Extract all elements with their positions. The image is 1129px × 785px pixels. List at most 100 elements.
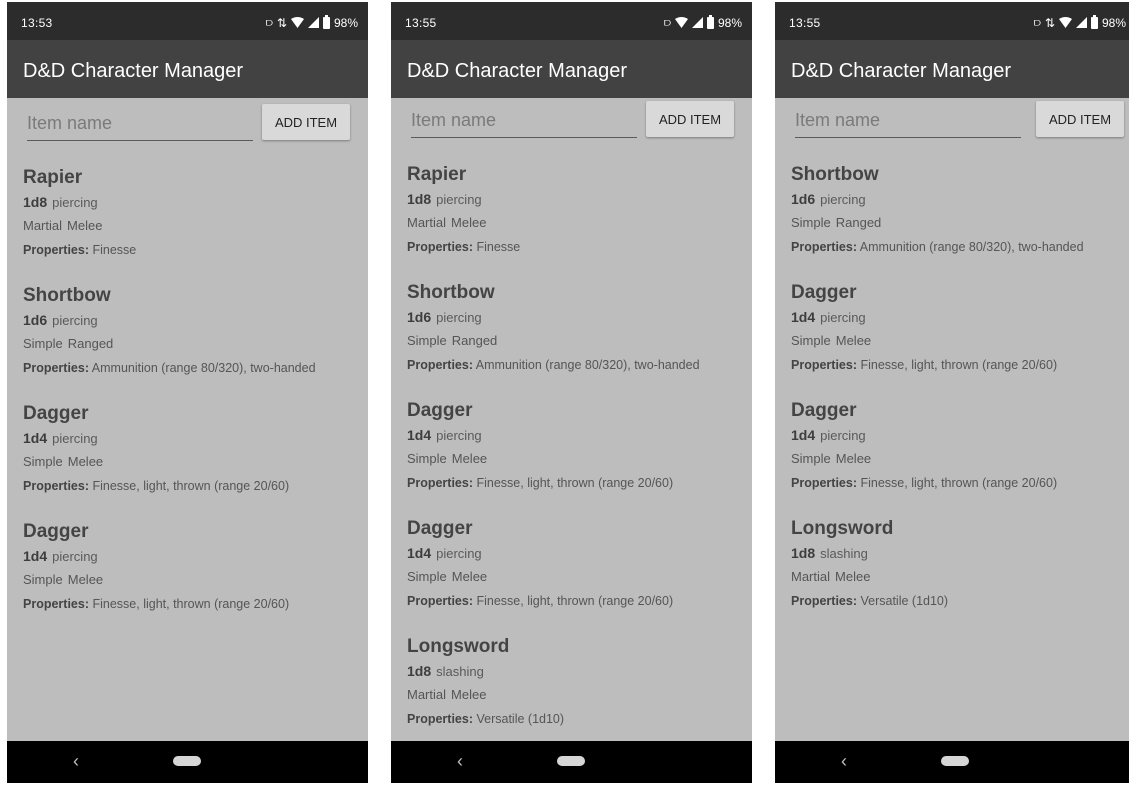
properties-value: Ammunition (range 80/320), two-handed <box>859 240 1084 254</box>
damage-dice: 1d8 <box>23 194 48 210</box>
properties-label: Properties: <box>23 597 89 611</box>
properties-label: Properties: <box>23 361 89 375</box>
properties-value: Versatile (1d10) <box>476 712 565 726</box>
properties-line: Properties: Versatile (1d10) <box>791 589 1128 613</box>
content: ADD ITEM Rapier 1d8 piercing Martial Melee… <box>391 98 752 741</box>
weapon-name: Longsword <box>407 636 510 657</box>
battery-percent: 98% <box>717 15 742 30</box>
list-item[interactable]: Dagger 1d4 piercing Simple Melee Propertie… <box>23 520 360 634</box>
navigation-bar: ‹ <box>7 741 368 783</box>
list-item[interactable]: Dagger 1d4 piercing Simple Melee Propertie… <box>23 402 360 516</box>
properties-value: Versatile (1d10) <box>860 594 949 608</box>
damage-line: 1d6 piercing <box>23 308 360 332</box>
battery-icon <box>706 14 714 29</box>
weapon-category: Martial <box>407 215 447 230</box>
properties-label: Properties: <box>23 479 89 493</box>
list-item[interactable]: Shortbow 1d6 piercing Simple Ranged Proper… <box>23 284 360 398</box>
home-pill-icon[interactable] <box>557 756 585 766</box>
category-line: Simple Melee <box>791 329 1128 353</box>
properties-value: Finesse <box>476 240 521 254</box>
weapon-name: Dagger <box>407 400 473 421</box>
damage-dice: 1d4 <box>407 427 432 443</box>
properties-value: Ammunition (range 80/320), two-handed <box>475 358 700 372</box>
phone-screen-3: 13:55 ⫐ ⇅ 98% D&D Character Manager ADD … <box>775 2 1129 783</box>
back-icon[interactable]: ‹ <box>841 751 847 772</box>
cell-signal-icon <box>307 17 319 28</box>
item-name-input[interactable] <box>795 105 1021 138</box>
weapon-range: Melee <box>835 451 872 466</box>
status-bar: 13:53 ⫐ ⇅ 98% <box>7 2 368 40</box>
damage-dice: 1d4 <box>407 545 432 561</box>
status-bar: 13:55 ⫐ 98% <box>391 2 752 40</box>
weapon-category: Simple <box>791 451 831 466</box>
properties-line: Properties: Finesse, light, thrown (rang… <box>23 474 360 498</box>
weapon-category: Simple <box>23 572 63 587</box>
list-item[interactable]: Dagger 1d4 piercing Simple Melee Propertie… <box>407 399 744 513</box>
wifi-icon <box>290 17 304 28</box>
item-name-input[interactable] <box>411 105 637 138</box>
back-icon[interactable]: ‹ <box>457 751 463 772</box>
properties-line: Properties: Finesse, light, thrown (rang… <box>407 471 744 495</box>
app-title: D&D Character Manager <box>23 60 244 82</box>
status-time: 13:55 <box>789 16 821 30</box>
category-line: Simple Melee <box>407 447 744 471</box>
back-icon[interactable]: ‹ <box>73 751 79 772</box>
battery-icon <box>1090 14 1098 29</box>
damage-line: 1d4 piercing <box>407 423 744 447</box>
damage-line: 1d4 piercing <box>791 305 1128 329</box>
weapon-category: Simple <box>407 333 447 348</box>
properties-line: Properties: Ammunition (range 80/320), t… <box>23 356 360 380</box>
properties-label: Properties: <box>791 594 857 608</box>
weapon-name: Rapier <box>407 164 467 185</box>
list-item[interactable]: Dagger 1d4 piercing Simple Melee Propertie… <box>791 399 1128 513</box>
list-item[interactable]: Dagger 1d4 piercing Simple Melee Propertie… <box>791 281 1128 395</box>
damage-line: 1d4 piercing <box>23 426 360 450</box>
battery-percent: 98% <box>1101 15 1126 30</box>
properties-value: Finesse, light, thrown (range 20/60) <box>860 358 1058 372</box>
app-title: D&D Character Manager <box>791 60 1012 82</box>
damage-dice: 1d6 <box>407 309 432 325</box>
weapon-list[interactable]: Rapier 1d8 piercing Martial Melee Properti… <box>23 162 360 634</box>
list-item[interactable]: Rapier 1d8 piercing Martial Melee Properti… <box>23 166 360 280</box>
properties-line: Properties: Finesse <box>23 238 360 262</box>
weapon-list[interactable]: Shortbow 1d6 piercing Simple Ranged Proper… <box>791 159 1128 631</box>
weapon-range: Melee <box>835 569 871 584</box>
weapon-category: Martial <box>791 569 831 584</box>
home-pill-icon[interactable] <box>173 756 201 766</box>
status-icons: ⫐ ⇅ 98% <box>1034 14 1126 30</box>
properties-label: Properties: <box>23 243 89 257</box>
weapon-range: Melee <box>451 687 487 702</box>
item-name-input[interactable] <box>27 108 253 141</box>
home-pill-icon[interactable] <box>941 756 969 766</box>
damage-type: piercing <box>52 195 98 210</box>
add-item-button[interactable]: ADD ITEM <box>262 104 350 140</box>
cell-signal-icon <box>691 17 703 28</box>
status-time: 13:53 <box>21 16 53 30</box>
battery-percent: 98% <box>333 15 358 30</box>
add-item-button[interactable]: ADD ITEM <box>1036 101 1124 137</box>
damage-type: piercing <box>52 549 98 564</box>
list-item[interactable]: Longsword 1d8 slashing Martial Melee Prope… <box>407 635 744 749</box>
properties-value: Finesse, light, thrown (range 20/60) <box>860 476 1058 490</box>
list-item[interactable]: Shortbow 1d6 piercing Simple Ranged Proper… <box>791 163 1128 277</box>
weapon-range: Melee <box>451 569 488 584</box>
wifi-icon <box>1058 17 1072 28</box>
category-line: Martial Melee <box>791 565 1128 589</box>
list-item[interactable]: Rapier 1d8 piercing Martial Melee Properti… <box>407 163 744 277</box>
list-item[interactable]: Shortbow 1d6 piercing Simple Ranged Proper… <box>407 281 744 395</box>
category-line: Simple Ranged <box>791 211 1128 235</box>
weapon-category: Simple <box>791 215 831 230</box>
damage-dice: 1d4 <box>23 548 48 564</box>
category-line: Martial Melee <box>407 683 744 707</box>
list-item[interactable]: Dagger 1d4 piercing Simple Melee Propertie… <box>407 517 744 631</box>
content: ADD ITEM Rapier 1d8 piercing Martial Melee… <box>7 98 368 741</box>
list-item[interactable]: Longsword 1d8 slashing Martial Melee Prope… <box>791 517 1128 631</box>
add-item-button[interactable]: ADD ITEM <box>646 101 734 137</box>
data-arrows-icon: ⇅ <box>276 15 287 30</box>
weapon-name: Shortbow <box>23 285 111 306</box>
damage-type: piercing <box>820 310 866 325</box>
damage-line: 1d4 piercing <box>791 423 1128 447</box>
weapon-range: Ranged <box>451 333 498 348</box>
weapon-list[interactable]: Rapier 1d8 piercing Martial Melee Properti… <box>407 159 744 749</box>
phone-screen-2: 13:55 ⫐ 98% D&D Character Manager ADD IT… <box>391 2 752 783</box>
